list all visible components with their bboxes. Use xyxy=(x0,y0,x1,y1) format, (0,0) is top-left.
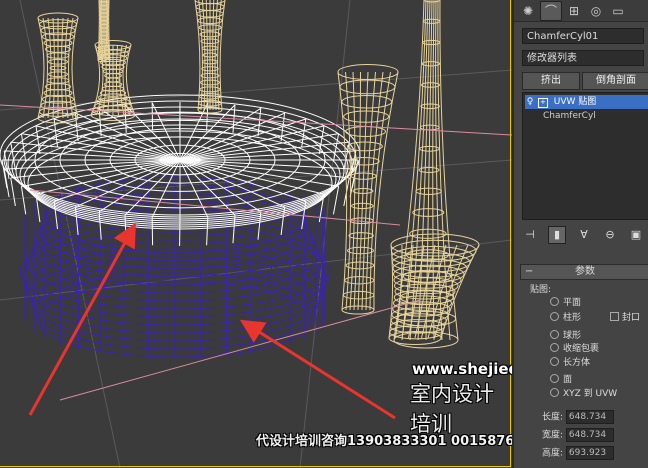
radio-shrink-wrap[interactable]: 收缩包裹 xyxy=(550,343,599,356)
stack-item-base[interactable]: ChamferCyl xyxy=(525,109,596,123)
rollout-title: 参数 xyxy=(575,266,595,277)
lightbulb-icon[interactable]: ♀ xyxy=(525,95,535,109)
radio-xyz-to-uvw[interactable]: XYZ 到 UVW xyxy=(550,388,617,401)
modifier-list-dropdown[interactable]: 修改器列表 xyxy=(522,50,644,66)
expand-icon[interactable]: + xyxy=(537,98,548,108)
chamfer-section-button[interactable]: 倒角剖面 xyxy=(582,72,648,90)
stack-item-label: UVW 贴图 xyxy=(553,97,597,107)
white-wire-object[interactable] xyxy=(0,94,361,247)
command-tabs: ✺ ⌒ ⊞ ◎ ▭ xyxy=(514,0,648,22)
parameters-rollout[interactable]: − 参数 xyxy=(520,264,648,280)
3d-viewport[interactable]: www.shejiedu.com 室内设计培训 代设计培训咨询139038333… xyxy=(0,0,512,468)
create-tab-icon[interactable]: ✺ xyxy=(518,2,538,20)
watermark-url: www.shejiedu.com xyxy=(412,360,512,378)
modify-tab-icon[interactable]: ⌒ xyxy=(540,0,562,21)
modifier-stack[interactable]: ♀ + UVW 贴图 ChamferCyl xyxy=(522,92,648,220)
watermark-cn: 室内设计培训 xyxy=(410,382,494,436)
length-spinner[interactable]: 长度: 648.734 xyxy=(542,410,614,424)
display-tab-icon[interactable]: ▭ xyxy=(608,2,628,20)
radio-cylindrical[interactable]: 柱形 xyxy=(550,312,581,325)
motion-tab-icon[interactable]: ◎ xyxy=(586,2,606,20)
command-panel: ✺ ⌒ ⊞ ◎ ▭ ChamferCyl01 修改器列表 挤出 倒角剖面 ♀ +… xyxy=(512,0,648,468)
watermark-bottom: 代设计培训咨询13903833301 001587679379 xyxy=(256,434,512,449)
cap-checkbox[interactable]: 封口 xyxy=(610,312,640,325)
radio-spherical[interactable]: 球形 xyxy=(550,330,581,343)
stack-item-uvw[interactable]: ♀ + UVW 贴图 xyxy=(525,95,648,109)
configure-sets-icon[interactable]: ▣ xyxy=(628,227,644,243)
radio-planar[interactable]: 平面 xyxy=(550,297,581,310)
hierarchy-tab-icon[interactable]: ⊞ xyxy=(564,2,584,20)
mapping-label: 贴图: xyxy=(530,285,552,295)
object-name-field[interactable]: ChamferCyl01 xyxy=(522,28,644,44)
tan-wire-vases[interactable] xyxy=(37,0,480,349)
height-spinner[interactable]: 高度: 693.923 xyxy=(542,446,614,460)
stack-tools: ⊣ ▮ ∀ ⊖ ▣ xyxy=(522,226,648,244)
extrude-button[interactable]: 挤出 xyxy=(522,72,580,90)
collapse-icon[interactable]: − xyxy=(525,265,533,279)
show-end-result-icon[interactable]: ▮ xyxy=(548,226,566,244)
remove-modifier-icon[interactable]: ⊖ xyxy=(602,227,618,243)
radio-box[interactable]: 长方体 xyxy=(550,357,590,370)
pin-stack-icon[interactable]: ⊣ xyxy=(522,227,538,243)
width-spinner[interactable]: 宽度: 648.734 xyxy=(542,428,614,442)
make-unique-icon[interactable]: ∀ xyxy=(576,227,592,243)
radio-face[interactable]: 面 xyxy=(550,374,572,387)
